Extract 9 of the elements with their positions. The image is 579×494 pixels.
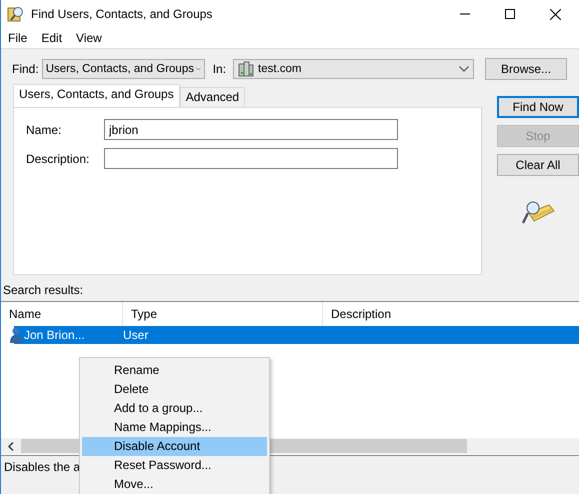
type-cell: User [123,328,148,342]
window-title: Find Users, Contacts, and Groups [31,7,212,21]
name-cell-text: Jon Brion... [24,328,86,342]
find-label: Find: [12,62,39,76]
field-label: Name: [26,122,62,136]
search-results-label: Search results: [2,283,84,299]
in-label: In: [212,62,226,76]
field-label: Description: [26,152,90,166]
status-text: Disables the a [4,460,80,474]
